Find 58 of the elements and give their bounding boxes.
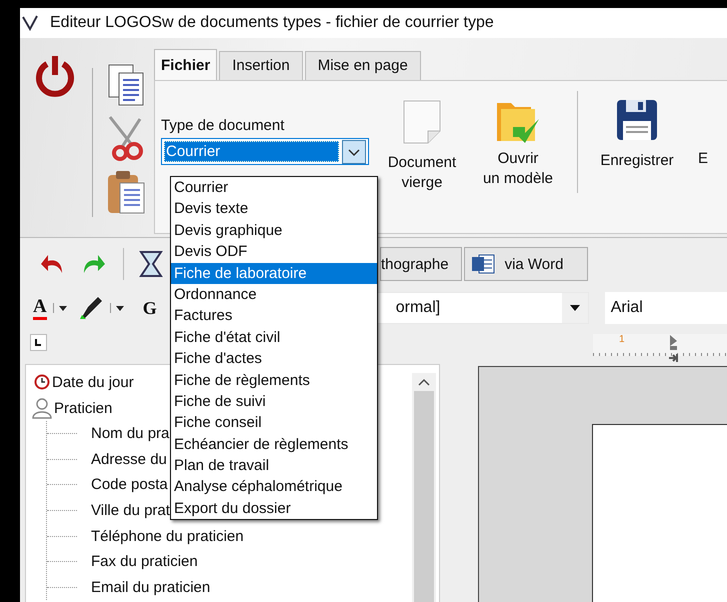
tree-item[interactable]: Date du jour: [52, 374, 134, 390]
tree-item[interactable]: Nom du pra: [91, 425, 170, 442]
window-title: Editeur LOGOSw de documents types - fichier de courrier type: [50, 14, 494, 32]
ruler-number: 1: [619, 334, 625, 345]
power-icon[interactable]: [34, 55, 76, 97]
dropdown-option[interactable]: Fiche de règlements: [171, 370, 377, 391]
dropdown-option[interactable]: Export du dossier: [171, 498, 377, 520]
selected-value: Courrier: [164, 141, 339, 162]
tree-item[interactable]: Code posta: [91, 476, 168, 494]
paste-icon[interactable]: [106, 169, 146, 215]
dropdown-option[interactable]: Devis texte: [171, 198, 377, 220]
field-label: Type de document: [161, 117, 286, 134]
tab-stop-icon[interactable]: [30, 334, 47, 351]
ribbon-button[interactable]: Enregistrer: [600, 151, 674, 171]
dropdown-option[interactable]: Courrier: [171, 177, 377, 198]
tree-item[interactable]: Praticien: [54, 400, 112, 416]
dropdown-option[interactable]: Fiche de laboratoire: [171, 262, 377, 284]
dropdown-option[interactable]: Analyse céphalométrique: [171, 476, 377, 498]
tree-item[interactable]: Fax du praticien: [91, 553, 198, 570]
ribbon-tab[interactable]: Insertion: [219, 51, 303, 80]
toolbar-button[interactable]: thographe: [380, 247, 462, 281]
dropdown-option[interactable]: Fiche d'actes: [171, 348, 377, 370]
ribbon-tab[interactable]: Fichier: [154, 49, 218, 80]
tree-item[interactable]: Email du praticien: [91, 578, 210, 596]
ribbon-button[interactable]: Ouvrir un modèle: [482, 149, 554, 189]
highlighter-icon[interactable]: [78, 295, 104, 321]
clock-icon: [34, 374, 50, 390]
font-field[interactable]: Arial: [604, 292, 727, 324]
dropdown-option[interactable]: Plan de travail: [171, 455, 377, 476]
tree-item[interactable]: Adresse du: [91, 450, 167, 468]
cut-off-label: E: [698, 150, 708, 167]
ribbon-button[interactable]: Document vierge: [388, 153, 456, 193]
bold-button[interactable]: G: [142, 298, 157, 318]
dropdown-option[interactable]: Fiche conseil: [171, 412, 377, 434]
caret-icon[interactable]: [110, 303, 125, 313]
dropdown-option[interactable]: Fiche d'état civil: [171, 326, 377, 348]
document-type-dropdown[interactable]: Courrier: [161, 138, 369, 165]
font-color-button[interactable]: A: [33, 296, 47, 320]
dropdown-option[interactable]: Devis ODF: [171, 241, 377, 263]
hourglass-icon[interactable]: [138, 250, 164, 278]
dropdown-option[interactable]: Fiche de suivi: [171, 390, 377, 412]
document-icon: [470, 252, 495, 276]
indent-marker-icon[interactable]: [668, 334, 679, 362]
caret-icon[interactable]: [52, 303, 68, 313]
copy-icon[interactable]: [106, 63, 144, 107]
caret-icon[interactable]: [562, 293, 588, 323]
scroll-thumb[interactable]: [414, 391, 434, 602]
app-icon: [22, 15, 38, 31]
scrollbar[interactable]: [412, 373, 436, 602]
chevron-icon[interactable]: [342, 140, 366, 164]
dropdown-option[interactable]: Devis graphique: [171, 220, 377, 242]
tree-item[interactable]: Téléphone du praticien: [91, 528, 244, 545]
dropdown-option[interactable]: Echéancier de règlements: [171, 434, 377, 456]
toolbar-button[interactable]: via Word: [464, 247, 588, 281]
ribbon-tab[interactable]: Mise en page: [304, 51, 421, 80]
save-icon[interactable]: [616, 99, 658, 141]
tree-item[interactable]: Ville du prat: [91, 502, 170, 520]
person-icon: [32, 397, 52, 419]
